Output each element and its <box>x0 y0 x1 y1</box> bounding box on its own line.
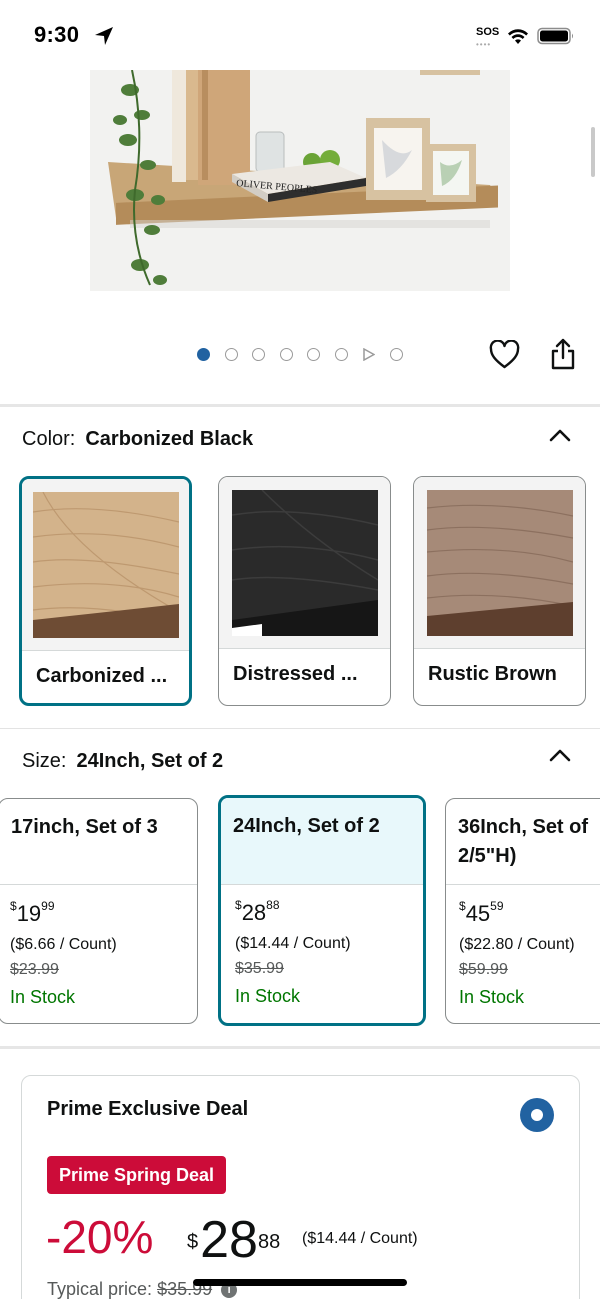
carousel-dot[interactable] <box>279 347 293 361</box>
size-section-label: Size: 24Inch, Set of 2 <box>22 750 223 773</box>
size-label: Size: <box>22 750 67 772</box>
section-divider <box>0 728 600 729</box>
carousel-dot[interactable] <box>307 347 320 361</box>
list-price: $35.99 <box>235 960 284 977</box>
section-divider <box>0 1046 600 1049</box>
unit-price: ($14.44 / Count) <box>235 935 351 952</box>
size-option-title: 24Inch, Set of 2 <box>221 798 423 885</box>
deal-card[interactable]: Prime Exclusive Deal Prime Spring Deal -… <box>21 1075 580 1299</box>
stock-status: In Stock <box>459 987 525 1007</box>
color-option-carbonized[interactable]: Carbonized ... <box>19 476 192 706</box>
color-selected-value: Carbonized Black <box>85 428 254 450</box>
unit-price: ($22.80 / Count) <box>459 936 575 953</box>
swatch-image <box>414 477 585 649</box>
signal-dots-icon: •••• <box>476 40 492 49</box>
size-option-price: $2888 <box>235 898 280 925</box>
wood-texture-rustic <box>426 490 573 636</box>
carousel-dots[interactable] <box>197 346 417 362</box>
share-icon[interactable] <box>549 338 577 370</box>
deal-badge: Prime Spring Deal <box>47 1156 227 1194</box>
color-option-label: Carbonized ... <box>36 665 168 687</box>
wifi-icon <box>508 29 528 44</box>
price-whole: 45 <box>465 901 491 926</box>
color-section-label: Color: Carbonized Black <box>22 428 253 451</box>
section-divider <box>0 404 600 407</box>
shelf-photo: OLIVER PEOPLES <box>90 70 510 291</box>
deal-radio-button[interactable] <box>520 1098 554 1132</box>
chevron-up-icon[interactable] <box>549 748 571 762</box>
typical-price-label: Typical price: <box>47 1279 153 1299</box>
stock-status: In Stock <box>235 986 301 1006</box>
battery-icon <box>537 27 573 45</box>
color-option-rustic-brown[interactable]: Rustic Brown <box>413 476 586 706</box>
video-play-icon[interactable] <box>362 347 375 361</box>
deal-unit-price: ($14.44 / Count) <box>302 1230 418 1247</box>
price-whole: 28 <box>241 900 267 925</box>
discount-percent: -20% <box>46 1211 154 1263</box>
size-selected-value: 24Inch, Set of 2 <box>76 750 224 772</box>
carousel-dot[interactable] <box>334 347 348 361</box>
price-cents: 99 <box>41 899 55 913</box>
deal-price: $2888 <box>187 1212 280 1268</box>
location-arrow-icon <box>95 27 113 45</box>
color-option-label: Distressed ... <box>233 663 358 685</box>
price-whole: 28 <box>200 1211 258 1269</box>
price-cents: 88 <box>266 898 280 912</box>
price-cents: 88 <box>257 1231 281 1253</box>
home-indicator <box>193 1279 407 1286</box>
wood-texture-black <box>231 490 378 636</box>
size-option-24inch[interactable]: 24Inch, Set of 2 $2888 ($14.44 / Count) … <box>218 795 426 1026</box>
price-cents: 59 <box>490 899 504 913</box>
color-option-distressed[interactable]: Distressed ... <box>218 476 391 706</box>
size-option-title: 17inch, Set of 3 <box>0 799 197 885</box>
chevron-up-icon[interactable] <box>549 428 571 442</box>
wood-texture-light <box>32 492 179 638</box>
size-option-36inch[interactable]: 36Inch, Set of 2/5"H) $4559 ($22.80 / Co… <box>445 798 600 1024</box>
size-option-title: 36Inch, Set of 2/5"H) <box>446 799 600 885</box>
carousel-dot[interactable] <box>224 347 238 361</box>
carousel-dot-active[interactable] <box>197 347 210 361</box>
deal-title: Prime Exclusive Deal <box>47 1098 249 1120</box>
stock-status: In Stock <box>10 987 76 1007</box>
status-bar: 9:30 SOS •••• <box>0 0 600 70</box>
color-label: Color: <box>22 428 76 450</box>
list-price: $23.99 <box>10 961 59 978</box>
product-image[interactable]: OLIVER PEOPLES <box>90 70 510 291</box>
size-option-price: $4559 <box>459 899 504 926</box>
list-price: $59.99 <box>459 961 508 978</box>
carousel-dot[interactable] <box>252 347 265 361</box>
size-option-price: $1999 <box>10 899 55 926</box>
swatch-image <box>219 477 390 649</box>
price-currency: $ <box>187 1231 199 1253</box>
price-whole: 19 <box>16 901 42 926</box>
heart-icon[interactable] <box>489 340 520 369</box>
scroll-indicator <box>591 127 595 177</box>
carousel-dot[interactable] <box>389 347 403 361</box>
sos-indicator: SOS <box>476 26 500 38</box>
status-time: 9:30 <box>34 22 80 47</box>
size-option-17inch[interactable]: 17inch, Set of 3 $1999 ($6.66 / Count) $… <box>0 798 198 1024</box>
color-option-label: Rustic Brown <box>428 663 557 685</box>
unit-price: ($6.66 / Count) <box>10 936 117 953</box>
swatch-image <box>22 479 189 651</box>
